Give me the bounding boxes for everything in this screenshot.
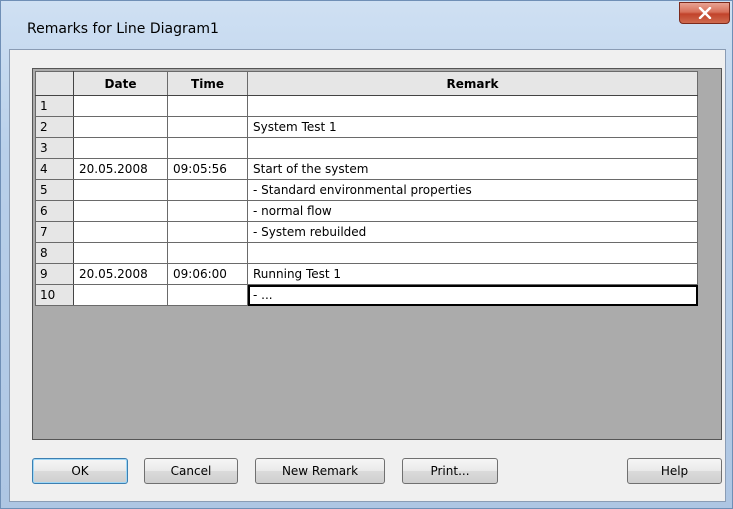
time-cell[interactable] xyxy=(167,137,248,159)
new-remark-button-label: New Remark xyxy=(281,464,359,478)
close-button[interactable] xyxy=(679,2,730,24)
remark-cell[interactable] xyxy=(247,242,698,264)
table-row[interactable]: 6 - normal flow xyxy=(35,200,698,222)
table-row[interactable]: 9 20.05.2008 09:06:00 Running Test 1 xyxy=(35,263,698,285)
row-number-cell[interactable]: 5 xyxy=(35,179,74,201)
table-row[interactable]: 8 xyxy=(35,242,698,264)
time-cell[interactable] xyxy=(167,200,248,222)
remarks-grid[interactable]: Date Time Remark 1 2 System Test 1 3 4 20.05.… xyxy=(32,68,722,440)
column-header-date[interactable]: Date xyxy=(73,71,168,96)
close-icon xyxy=(698,6,711,20)
ok-button[interactable]: OK xyxy=(32,458,128,484)
date-cell[interactable] xyxy=(73,179,168,201)
row-number-cell[interactable]: 1 xyxy=(35,95,74,117)
corner-cell[interactable] xyxy=(35,71,74,96)
time-cell[interactable] xyxy=(167,179,248,201)
date-cell[interactable] xyxy=(73,116,168,138)
remark-cell[interactable]: Running Test 1 xyxy=(247,263,698,285)
time-cell[interactable] xyxy=(167,284,248,306)
remark-cell[interactable]: System Test 1 xyxy=(247,116,698,138)
date-cell[interactable] xyxy=(73,200,168,222)
remarks-table: Date Time Remark 1 2 System Test 1 3 4 20.05.… xyxy=(35,71,698,306)
date-cell[interactable] xyxy=(73,137,168,159)
cancel-button-label: Cancel xyxy=(170,464,212,478)
cancel-button[interactable]: Cancel xyxy=(144,458,238,484)
table-row[interactable]: 10 - ... xyxy=(35,284,698,306)
row-number-cell[interactable]: 6 xyxy=(35,200,74,222)
new-remark-button[interactable]: New Remark xyxy=(255,458,385,484)
remark-cell[interactable]: - System rebuilded xyxy=(247,221,698,243)
date-cell[interactable]: 20.05.2008 xyxy=(73,158,168,180)
date-cell[interactable] xyxy=(73,242,168,264)
column-header-time[interactable]: Time xyxy=(167,71,248,96)
dialog-client-area: Date Time Remark 1 2 System Test 1 3 4 20.05.… xyxy=(9,49,726,502)
remark-cell[interactable]: - Standard environmental properties xyxy=(247,179,698,201)
date-cell[interactable] xyxy=(73,95,168,117)
table-row[interactable]: 5 - Standard environmental properties xyxy=(35,179,698,201)
time-cell[interactable]: 09:06:00 xyxy=(167,263,248,285)
window-title: Remarks for Line Diagram1 xyxy=(27,21,219,37)
row-number-cell[interactable]: 4 xyxy=(35,158,74,180)
date-cell[interactable] xyxy=(73,221,168,243)
time-cell[interactable] xyxy=(167,95,248,117)
remarks-dialog: Remarks for Line Diagram1 Date Time Rema… xyxy=(0,0,733,509)
row-number-cell[interactable]: 7 xyxy=(35,221,74,243)
remark-cell[interactable] xyxy=(247,137,698,159)
table-row[interactable]: 3 xyxy=(35,137,698,159)
date-cell[interactable] xyxy=(73,284,168,306)
ok-button-label: OK xyxy=(71,464,89,478)
remark-cell[interactable]: - ... xyxy=(247,284,698,306)
print-button-label: Print... xyxy=(430,464,470,478)
date-cell[interactable]: 20.05.2008 xyxy=(73,263,168,285)
time-cell[interactable] xyxy=(167,242,248,264)
remark-cell[interactable]: Start of the system xyxy=(247,158,698,180)
header-row: Date Time Remark xyxy=(35,71,698,96)
title-bar[interactable]: Remarks for Line Diagram1 xyxy=(1,1,732,49)
remark-cell[interactable] xyxy=(247,95,698,117)
row-number-cell[interactable]: 3 xyxy=(35,137,74,159)
row-number-cell[interactable]: 10 xyxy=(35,284,74,306)
time-cell[interactable] xyxy=(167,221,248,243)
help-button[interactable]: Help xyxy=(627,458,722,484)
time-cell[interactable] xyxy=(167,116,248,138)
table-row[interactable]: 4 20.05.2008 09:05:56 Start of the system xyxy=(35,158,698,180)
table-row[interactable]: 2 System Test 1 xyxy=(35,116,698,138)
remark-cell[interactable]: - normal flow xyxy=(247,200,698,222)
table-row[interactable]: 1 xyxy=(35,95,698,117)
print-button[interactable]: Print... xyxy=(402,458,498,484)
column-header-remark[interactable]: Remark xyxy=(247,71,698,96)
table-row[interactable]: 7 - System rebuilded xyxy=(35,221,698,243)
row-number-cell[interactable]: 9 xyxy=(35,263,74,285)
row-number-cell[interactable]: 2 xyxy=(35,116,74,138)
time-cell[interactable]: 09:05:56 xyxy=(167,158,248,180)
row-number-cell[interactable]: 8 xyxy=(35,242,74,264)
help-button-label: Help xyxy=(660,464,689,478)
